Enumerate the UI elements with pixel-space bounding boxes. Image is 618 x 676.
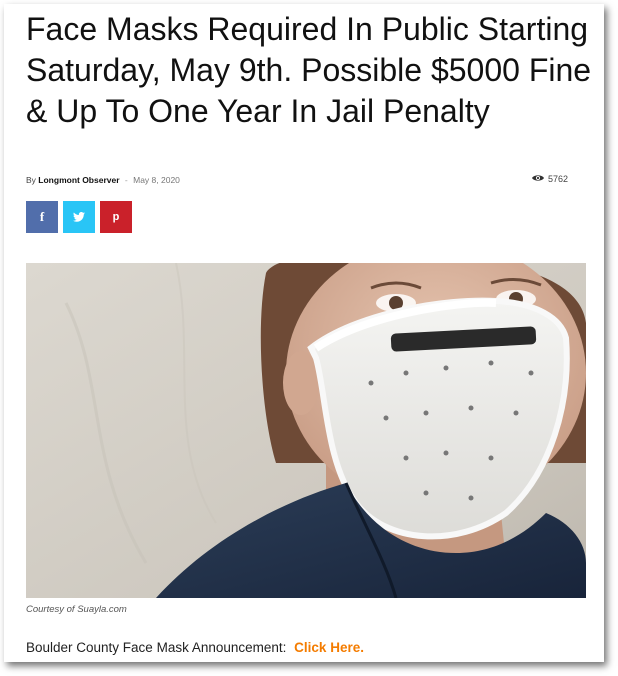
- pinterest-share-button[interactable]: p: [100, 201, 132, 233]
- byline-separator: -: [124, 175, 128, 185]
- photo-caption: Courtesy of Suayla.com: [26, 604, 127, 615]
- twitter-bird-icon: [73, 210, 85, 225]
- view-count: 5762: [547, 174, 568, 184]
- pinterest-icon: p: [112, 211, 120, 223]
- facebook-share-button[interactable]: f: [26, 201, 58, 233]
- announcement: Boulder County Face Mask Announcement: C…: [26, 640, 364, 655]
- facebook-icon: f: [39, 209, 45, 224]
- byline: By Longmont Observer - May 8, 2020: [26, 175, 180, 185]
- eye-icon: [531, 174, 544, 184]
- view-counter: 5762: [531, 174, 568, 184]
- article-photo: [26, 263, 586, 598]
- author-link[interactable]: Longmont Observer: [38, 175, 119, 185]
- article-card: Face Masks Required In Public Starting S…: [4, 4, 604, 662]
- woman-wearing-face-mask-image: [26, 263, 586, 598]
- byline-prefix: By: [26, 175, 36, 185]
- article-title: Face Masks Required In Public Starting S…: [26, 11, 592, 129]
- twitter-share-button[interactable]: [63, 201, 95, 233]
- announcement-link[interactable]: Click Here.: [294, 640, 364, 655]
- publish-date: May 8, 2020: [133, 175, 180, 185]
- announcement-text: Boulder County Face Mask Announcement:: [26, 640, 287, 655]
